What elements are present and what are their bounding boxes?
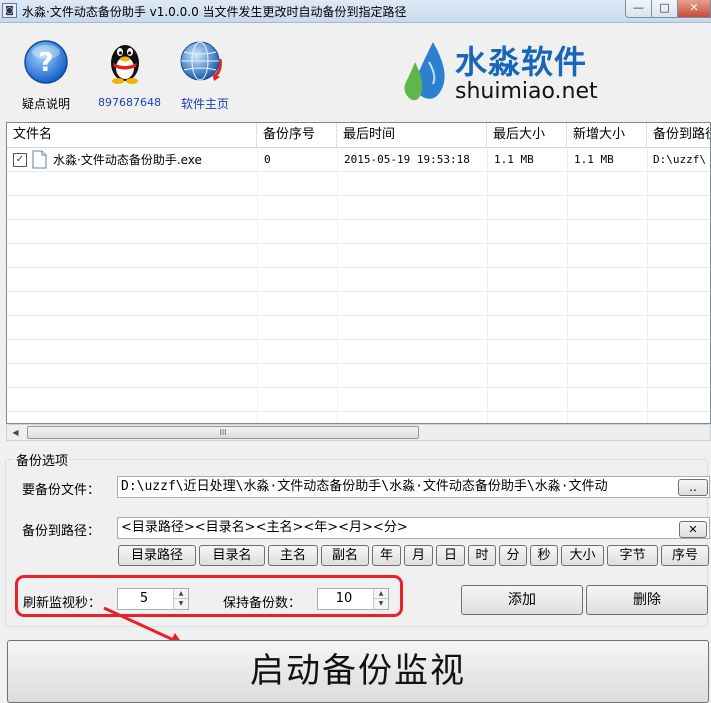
tag-button-bytes[interactable]: 字节 — [607, 545, 658, 566]
browse-button[interactable]: .. — [678, 479, 708, 496]
column-header-filename[interactable]: 文件名 — [7, 123, 257, 147]
cell-dest: D:\uzzf\ — [653, 153, 706, 166]
window-title: 水淼·文件动态备份助手 v1.0.0.0 当文件发生更改时自动备份到指定路径 — [22, 5, 407, 19]
column-header-added-size[interactable]: 新增大小 — [567, 123, 647, 147]
svg-text:?: ? — [38, 48, 53, 78]
cell-seq: 0 — [264, 153, 271, 166]
minimize-button[interactable]: — — [625, 0, 652, 18]
tag-button-seq[interactable]: 序号 — [661, 545, 709, 566]
column-header-seq[interactable]: 备份序号 — [257, 123, 337, 147]
tag-button-second[interactable]: 秒 — [530, 545, 558, 566]
homepage-link[interactable]: 软件主页 — [181, 95, 229, 112]
tag-button-dir-path[interactable]: 目录路径 — [118, 545, 196, 566]
red-highlight-annotation — [15, 575, 403, 617]
tag-button-dir-name[interactable]: 目录名 — [199, 545, 265, 566]
close-button[interactable]: ✕ — [677, 0, 711, 18]
column-header-dest[interactable]: 备份到路径 — [647, 123, 710, 147]
add-button[interactable]: 添加 — [461, 585, 583, 615]
tag-button-day[interactable]: 日 — [436, 545, 465, 566]
water-drops-logo — [404, 42, 445, 101]
brand-url: shuimiao.net — [455, 79, 598, 104]
scroll-left-arrow-icon[interactable]: ◀ — [8, 426, 23, 439]
options-group-label: 备份选项 — [14, 450, 71, 469]
tag-button-hour[interactable]: 时 — [468, 545, 496, 566]
tag-button-main-name[interactable]: 主名 — [268, 545, 318, 566]
app-icon[interactable]: ◙ — [2, 3, 17, 18]
checkbox-icon[interactable]: ✓ — [13, 153, 27, 167]
file-list-table[interactable]: 文件名 备份序号 最后时间 最后大小 新增大小 备份到路径 ✓ 水淼·文件动态备… — [6, 122, 711, 424]
cell-filename: 水淼·文件动态备份助手.exe — [53, 153, 202, 167]
source-file-label: 要备份文件： — [22, 483, 101, 498]
tag-button-year[interactable]: 年 — [372, 545, 401, 566]
dest-path-label: 备份到路径： — [22, 524, 101, 539]
tag-button-size[interactable]: 大小 — [561, 545, 604, 566]
cell-last-time: 2015-05-19 19:53:18 — [344, 153, 470, 166]
delete-button[interactable]: 删除 — [586, 585, 708, 615]
scrollbar-thumb[interactable]: III — [27, 426, 419, 439]
tag-button-sub-name[interactable]: 副名 — [321, 545, 369, 566]
column-header-last-size[interactable]: 最后大小 — [487, 123, 567, 147]
dest-path-field[interactable]: <目录路径><目录名><主名><年><月><分> — [117, 517, 710, 539]
cell-added-size: 1.1 MB — [574, 153, 614, 166]
qq-number-link[interactable]: 897687648 — [98, 96, 161, 109]
start-backup-monitor-button[interactable]: 启动备份监视 — [7, 640, 709, 703]
clear-dest-button[interactable]: ✕ — [679, 521, 707, 538]
column-header-last-time[interactable]: 最后时间 — [337, 123, 487, 147]
globe-icon[interactable] — [176, 37, 224, 85]
file-icon — [32, 150, 47, 169]
qq-penguin-icon[interactable] — [101, 37, 149, 85]
help-label[interactable]: 疑点说明 — [22, 95, 70, 112]
source-file-field[interactable]: D:\uzzf\近日处理\水淼·文件动态备份助手\水淼·文件动态备份助手\水淼·… — [117, 476, 710, 498]
horizontal-scrollbar[interactable]: ◀ III — [6, 424, 711, 441]
tag-button-month[interactable]: 月 — [404, 545, 433, 566]
tag-button-minute[interactable]: 分 — [499, 545, 527, 566]
help-icon[interactable]: ? — [22, 38, 70, 86]
maximize-button[interactable]: □ — [651, 0, 678, 18]
brand-name: 水淼软件 — [455, 43, 588, 81]
cell-last-size: 1.1 MB — [494, 153, 534, 166]
